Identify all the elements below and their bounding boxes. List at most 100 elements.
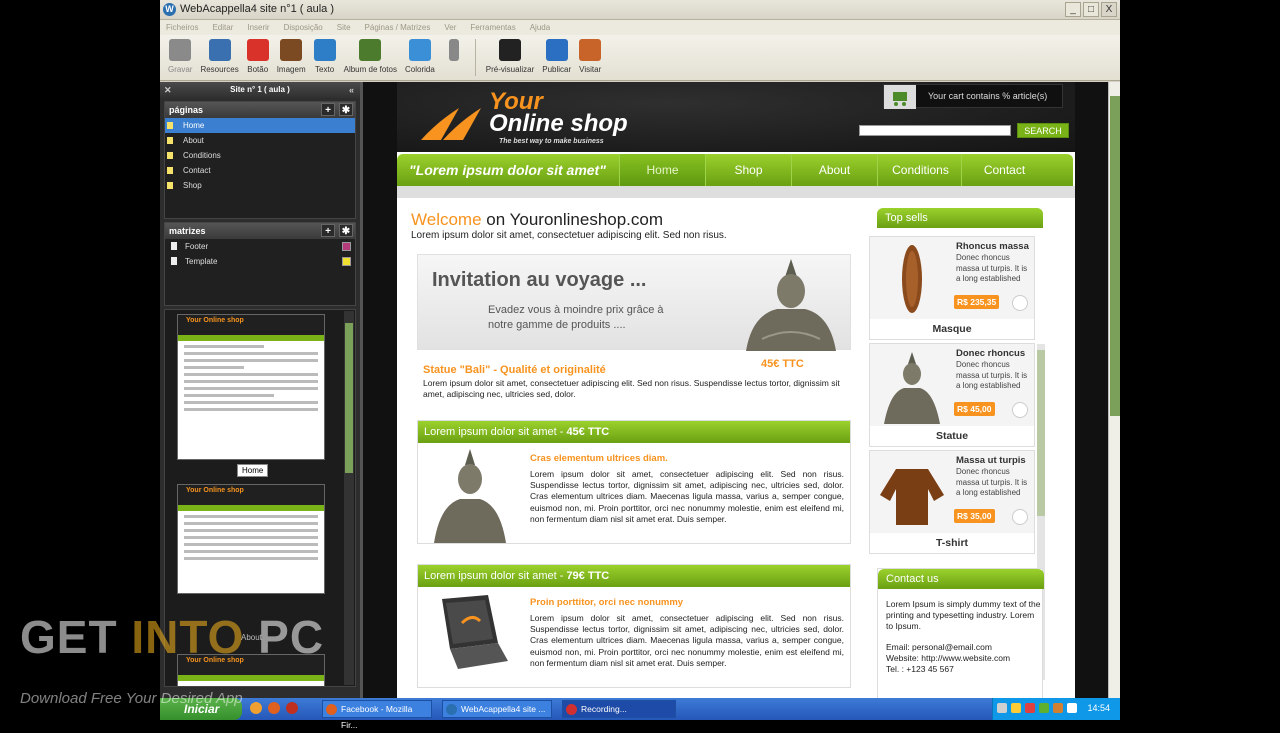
product-box: Lorem ipsum dolor sit amet - 79€ TTC Pro… — [417, 564, 851, 688]
panel-close-icon[interactable]: ✕ — [164, 82, 172, 98]
top-sell-desc: Donec rhoncus massa ut turpis. It is a l… — [956, 360, 1028, 390]
task-webacappella[interactable]: WebAcappella4 site ... — [442, 700, 552, 718]
template-checkbox[interactable] — [342, 257, 351, 266]
web-page-preview: Your Online shop The best way to make bu… — [397, 82, 1075, 700]
tray-icon[interactable] — [1025, 703, 1035, 713]
promo-subtitle: Evadez vous à moindre prix grâce à notre… — [488, 304, 664, 331]
search-input[interactable] — [859, 125, 1011, 136]
volume-icon[interactable] — [1067, 703, 1077, 713]
minimize-button[interactable]: _ — [1065, 2, 1081, 17]
template-item-label: Template — [185, 257, 218, 266]
template-item[interactable]: Template — [165, 254, 355, 269]
add-page-icon[interactable]: + — [321, 103, 335, 116]
cart-widget[interactable]: Your cart contains % article(s) — [883, 84, 1063, 109]
product-title[interactable]: Proin porttitor, orci nec nonummy — [530, 597, 683, 608]
add-to-cart-icon[interactable] — [1012, 509, 1028, 525]
page-item[interactable]: Conditions — [165, 148, 355, 163]
tray-icon[interactable] — [997, 703, 1007, 713]
maximize-button[interactable]: □ — [1083, 2, 1099, 17]
product-title[interactable]: Cras elementum ultrices diam. — [530, 453, 668, 464]
page-thumbnail[interactable]: Your Online shop — [177, 484, 325, 594]
toolbar-button[interactable]: Album de fotos — [340, 35, 401, 80]
toolbar-separator — [474, 39, 476, 76]
top-sell-item[interactable]: Rhoncus massa Donec rhoncus massa ut turp… — [869, 236, 1035, 340]
button-icon — [246, 39, 269, 61]
toolbar-button[interactable]: Gravar — [164, 35, 196, 80]
toolbar-button[interactable]: Publicar — [538, 35, 575, 80]
toolbar-label: Album de fotos — [343, 65, 397, 74]
watermark-part: PC — [244, 611, 325, 663]
toolbar-button[interactable]: Imagem — [273, 35, 310, 80]
template-item[interactable]: Footer — [165, 239, 355, 254]
photo-album-icon — [359, 39, 382, 61]
templates-section: matrizes + ✱ Footer Template — [164, 222, 356, 306]
thumbnails-scrollbar[interactable] — [344, 311, 354, 685]
menu-item[interactable]: Site — [337, 20, 351, 35]
window-controls: _ □ X — [1065, 2, 1117, 17]
top-sell-item[interactable]: Massa ut turpis Donec rhoncus massa ut tu… — [869, 450, 1035, 554]
gear-icon[interactable]: ✱ — [339, 103, 353, 116]
task-label: Facebook - Mozilla Fir... — [341, 704, 413, 730]
toolbar-label: Resources — [200, 65, 239, 74]
add-template-icon[interactable]: + — [321, 224, 335, 237]
template-checkbox[interactable] — [342, 242, 351, 251]
nav-conditions[interactable]: Conditions — [877, 154, 963, 186]
toolbar-button[interactable]: Visitar — [575, 35, 605, 80]
clock: 14:54 — [1087, 703, 1110, 713]
add-to-cart-icon[interactable] — [1012, 402, 1028, 418]
page-thumbnail[interactable]: Your Online shop — [177, 314, 325, 460]
top-sell-item[interactable]: Donec rhoncus Donec rhoncus massa ut turp… — [869, 343, 1035, 447]
screen: W WebAcappella4 site n°1 ( aula ) _ □ X … — [0, 0, 1280, 730]
toolbar-button[interactable]: Botão — [243, 35, 273, 80]
menu-item[interactable]: Ver — [444, 20, 456, 35]
statue-description: Lorem ipsum dolor sit amet, consectetuer… — [423, 378, 840, 399]
panel-collapse-icon[interactable]: « — [349, 82, 354, 98]
toolbar-button[interactable]: Texto — [310, 35, 340, 80]
gear-icon[interactable]: ✱ — [339, 224, 353, 237]
menu-item[interactable]: Disposição — [284, 20, 323, 35]
title-bar: W WebAcappella4 site n°1 ( aula ) _ □ X — [160, 0, 1120, 20]
logo-swoosh-icon — [421, 108, 481, 140]
image-icon — [280, 39, 303, 61]
search-button[interactable]: SEARCH — [1017, 123, 1069, 138]
close-button[interactable]: X — [1101, 2, 1117, 17]
page-item[interactable]: Contact — [165, 163, 355, 178]
menu-item[interactable]: Ferramentas — [470, 20, 515, 35]
menu-item[interactable]: Editar — [212, 20, 233, 35]
buddha-statue-image — [434, 449, 506, 543]
buddha-statue-image — [746, 259, 836, 351]
task-recording[interactable]: Recording... — [562, 700, 676, 718]
product-heading: Lorem ipsum dolor sit amet - 79€ TTC — [418, 565, 850, 587]
editor-scrollbar[interactable] — [1108, 82, 1120, 700]
media-icon[interactable] — [286, 702, 298, 714]
tray-icon[interactable] — [1053, 703, 1063, 713]
top-sell-caption: T-shirt — [870, 533, 1034, 553]
menu-item[interactable]: Ficheiros — [166, 20, 198, 35]
tray-icon[interactable] — [1039, 703, 1049, 713]
watermark-subtitle: Download Free Your Desired App — [20, 690, 243, 707]
site-nav: "Lorem ipsum dolor sit amet" Home Shop A… — [397, 154, 1073, 186]
toolbar-button[interactable]: Colorida — [401, 35, 439, 80]
page-item[interactable]: Home — [165, 118, 355, 133]
tray-icon[interactable] — [1011, 703, 1021, 713]
menu-item[interactable]: Páginas / Matrizes — [365, 20, 431, 35]
save-icon — [169, 39, 192, 61]
nav-shop[interactable]: Shop — [705, 154, 791, 186]
firefox-icon[interactable] — [268, 702, 280, 714]
top-sell-desc: Donec rhoncus massa ut turpis. It is a l… — [956, 467, 1028, 497]
menu-item[interactable]: Inserir — [247, 20, 269, 35]
top-sell-caption: Masque — [870, 319, 1034, 339]
watermark: GET INTO PC — [20, 610, 324, 664]
nav-contact[interactable]: Contact — [961, 154, 1047, 186]
toolbar-button[interactable]: Resources — [196, 35, 242, 80]
page-item[interactable]: Shop — [165, 178, 355, 193]
nav-home[interactable]: Home — [619, 154, 705, 186]
browser-icon[interactable] — [250, 702, 262, 714]
add-to-cart-icon[interactable] — [1012, 295, 1028, 311]
nav-about[interactable]: About — [791, 154, 877, 186]
task-facebook[interactable]: Facebook - Mozilla Fir... — [322, 700, 432, 730]
toolbar-button[interactable] — [439, 35, 469, 80]
page-item[interactable]: About — [165, 133, 355, 148]
menu-item[interactable]: Ajuda — [530, 20, 550, 35]
toolbar-button[interactable]: Pré-visualizar — [482, 35, 538, 80]
